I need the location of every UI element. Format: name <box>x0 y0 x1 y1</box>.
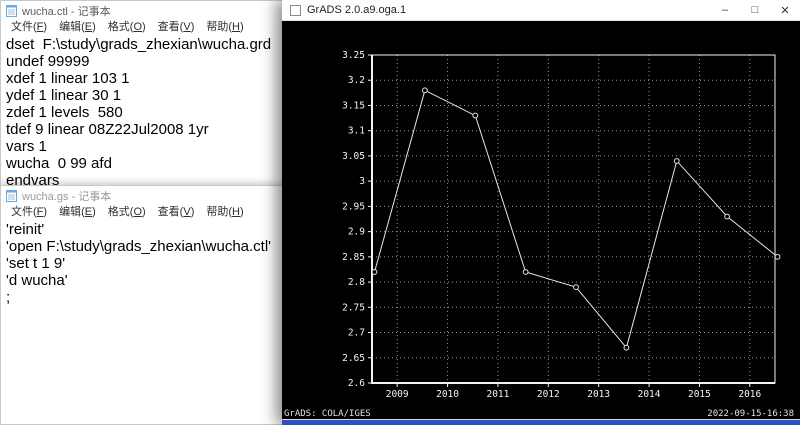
notepad-ctl-menubar: 文件(F) 编辑(E) 格式(O) 查看(V) 帮助(H) <box>1 18 283 33</box>
notepad-gs-title: wucha.gs - 记事本 <box>22 190 112 203</box>
grads-window-title: GrADS 2.0.a9.oga.1 <box>307 4 407 16</box>
gs-text-line-2: 'set t 1 9' <box>6 255 66 272</box>
svg-text:2014: 2014 <box>638 389 661 400</box>
svg-text:2012: 2012 <box>537 389 560 400</box>
notepad-gs-editor[interactable]: 'reinit''open F:\study\grads_zhexian\wuc… <box>1 218 283 306</box>
svg-text:2.75: 2.75 <box>342 302 365 313</box>
notepad-wucha-gs-window: wucha.gs - 记事本 文件(F) 编辑(E) 格式(O) 查看(V) 帮助(H)… <box>0 185 284 425</box>
minimize-button[interactable]: – <box>710 0 740 20</box>
desktop: wucha.ctl - 记事本 文件(F) 编辑(E) 格式(O) 查看(V) 帮助(H… <box>0 0 800 425</box>
grads-canvas: 2009 2010 2011 2012 2013 2014 2015 2016 2.6 2.65 2… <box>282 21 800 425</box>
svg-text:3: 3 <box>359 176 365 187</box>
gs-text-line-4: ; <box>6 289 11 306</box>
svg-text:3.25: 3.25 <box>342 50 365 61</box>
notepad-gs-menu-4[interactable]: 帮助(H) <box>200 203 249 219</box>
wucha-line-chart: 2009 2010 2011 2012 2013 2014 2015 2016 2.6 2.65 2… <box>342 50 781 400</box>
grads-status-left: GrADS: COLA/IGES <box>284 409 371 419</box>
notepad-ctl-menu-2[interactable]: 格式(O) <box>102 18 152 34</box>
svg-text:2.85: 2.85 <box>342 252 365 263</box>
svg-text:3.1: 3.1 <box>348 126 365 137</box>
svg-text:2.8: 2.8 <box>348 277 365 288</box>
ctl-text-line-3: ydef 1 linear 30 1 <box>6 87 122 104</box>
svg-text:2.7: 2.7 <box>348 328 365 339</box>
close-button[interactable]: ✕ <box>770 0 800 20</box>
notepad-ctl-menu-4[interactable]: 帮助(H) <box>200 18 249 34</box>
svg-text:2.95: 2.95 <box>342 201 365 212</box>
notepad-ctl-menu-1[interactable]: 编辑(E) <box>53 18 102 34</box>
svg-text:3.2: 3.2 <box>348 75 365 86</box>
svg-text:2010: 2010 <box>436 389 459 400</box>
ctl-text-line-5: tdef 9 linear 08Z22Jul2008 1yr <box>6 121 209 138</box>
gs-text-line-3: 'd wucha' <box>6 272 68 289</box>
notepad-ctl-titlebar[interactable]: wucha.ctl - 记事本 <box>1 1 283 18</box>
notepad-icon <box>6 4 17 17</box>
notepad-gs-menu-2[interactable]: 格式(O) <box>102 203 152 219</box>
svg-text:3.15: 3.15 <box>342 100 365 111</box>
notepad-gs-menu-0[interactable]: 文件(F) <box>5 203 53 219</box>
svg-text:2016: 2016 <box>738 389 761 400</box>
ctl-text-line-2: xdef 1 linear 103 1 <box>6 70 130 87</box>
svg-text:2.65: 2.65 <box>342 353 365 364</box>
svg-text:2015: 2015 <box>688 389 711 400</box>
window-controls: – □ ✕ <box>710 0 800 20</box>
svg-text:2.6: 2.6 <box>348 378 365 389</box>
grads-window: GrADS 2.0.a9.oga.1 – □ ✕ 2009 2010 2011 201… <box>282 0 800 425</box>
svg-text:2013: 2013 <box>587 389 610 400</box>
ctl-text-line-0: dset F:\study\grads_zhexian\wucha.grd <box>6 36 272 53</box>
notepad-wucha-ctl-window: wucha.ctl - 记事本 文件(F) 编辑(E) 格式(O) 查看(V) 帮助(H… <box>0 0 284 189</box>
svg-text:2011: 2011 <box>486 389 509 400</box>
svg-text:3.05: 3.05 <box>342 151 365 162</box>
ctl-text-line-7: wucha 0 99 afd <box>6 155 112 172</box>
notepad-ctl-menu-3[interactable]: 查看(V) <box>152 18 201 34</box>
grads-bottom-blue-bar <box>282 419 800 425</box>
notepad-ctl-menu-0[interactable]: 文件(F) <box>5 18 53 34</box>
ctl-text-line-1: undef 99999 <box>6 53 90 70</box>
notepad-gs-menubar: 文件(F) 编辑(E) 格式(O) 查看(V) 帮助(H) <box>1 203 283 218</box>
grads-timestamp: 2022-09-15-16:38 <box>707 409 794 419</box>
notepad-gs-menu-1[interactable]: 编辑(E) <box>53 203 102 219</box>
notepad-ctl-title: wucha.ctl - 记事本 <box>22 5 111 18</box>
notepad-icon <box>6 189 17 202</box>
grads-titlebar[interactable]: GrADS 2.0.a9.oga.1 – □ ✕ <box>282 0 800 21</box>
maximize-button[interactable]: □ <box>740 0 770 20</box>
notepad-ctl-editor[interactable]: dset F:\study\grads_zhexian\wucha.grd und… <box>1 33 283 189</box>
gs-text-line-0: 'reinit' <box>6 221 45 238</box>
notepad-gs-menu-3[interactable]: 查看(V) <box>152 203 201 219</box>
ctl-text-line-6: vars 1 <box>6 138 47 155</box>
ctl-text-line-4: zdef 1 levels 580 <box>6 104 123 121</box>
gs-text-line-1: 'open F:\study\grads_zhexian\wucha.ctl' <box>6 238 272 255</box>
notepad-gs-titlebar[interactable]: wucha.gs - 记事本 <box>1 186 283 203</box>
svg-text:2.9: 2.9 <box>348 227 365 238</box>
grads-app-icon <box>290 4 301 16</box>
svg-text:2009: 2009 <box>386 389 409 400</box>
